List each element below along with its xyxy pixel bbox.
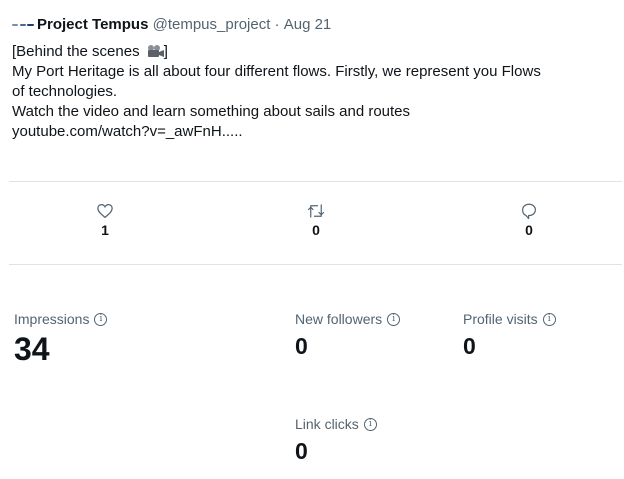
retweet-icon[interactable] — [306, 202, 326, 220]
tweet-line: [Behind the scenes — [12, 43, 140, 60]
metric-label: Profile visits i — [463, 311, 556, 327]
info-icon[interactable]: i — [94, 312, 108, 326]
like-count: 1 — [101, 222, 109, 238]
metric-link-clicks: Link clicks i 0 — [295, 416, 377, 465]
new-followers-label: New followers — [295, 311, 383, 327]
tweet-line: of technologies. — [12, 83, 118, 100]
info-icon[interactable]: i — [363, 417, 377, 431]
impressions-value: 34 — [14, 331, 50, 367]
tweet-line: ] — [163, 43, 168, 60]
reply-count: 0 — [525, 222, 533, 238]
metric-profile-visits: Profile visits i 0 — [463, 311, 556, 360]
tweet-line: Watch the video and learn something abou… — [12, 103, 411, 120]
metric-label: Link clicks i — [295, 416, 377, 432]
profile-visits-value: 0 — [463, 333, 476, 359]
tweet-date[interactable]: Aug 21 — [284, 16, 332, 33]
divider — [9, 264, 622, 265]
author-handle[interactable]: @tempus_project — [153, 16, 271, 33]
tweet-text: [Behind the scenes ] My Port Heritage is… — [12, 42, 616, 142]
movie-camera-icon — [147, 45, 164, 57]
metric-impressions: Impressions i 34 — [14, 311, 108, 368]
link-clicks-value: 0 — [295, 438, 308, 464]
retweet-count: 0 — [312, 222, 320, 238]
divider — [9, 181, 622, 182]
profile-visits-label: Profile visits — [463, 311, 538, 327]
heart-icon[interactable] — [96, 202, 114, 220]
new-followers-value: 0 — [295, 333, 308, 359]
avatar[interactable] — [12, 20, 34, 30]
link-clicks-label: Link clicks — [295, 416, 359, 432]
info-icon[interactable]: i — [387, 312, 401, 326]
tweet-link[interactable]: youtube.com/watch?v=_awFnH..... — [12, 123, 243, 140]
metric-label: Impressions i — [14, 311, 108, 327]
reply-action[interactable]: 0 — [499, 202, 559, 238]
tweet-header: Project Tempus @tempus_project · Aug 21 — [12, 16, 331, 33]
tweet-line: My Port Heritage is all about four diffe… — [12, 63, 541, 80]
retweet-action[interactable]: 0 — [286, 202, 346, 238]
info-icon[interactable]: i — [542, 312, 556, 326]
metric-new-followers: New followers i 0 — [295, 311, 401, 360]
reply-icon[interactable] — [520, 202, 538, 220]
metric-label: New followers i — [295, 311, 401, 327]
author-name[interactable]: Project Tempus — [37, 16, 148, 33]
like-action[interactable]: 1 — [75, 202, 135, 238]
impressions-label: Impressions — [14, 311, 90, 327]
